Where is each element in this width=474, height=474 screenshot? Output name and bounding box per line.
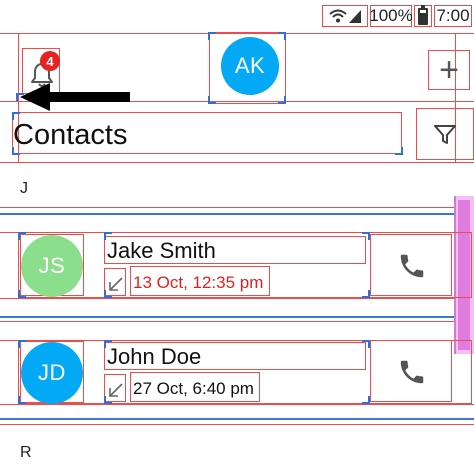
- battery-percent: 100%: [369, 5, 413, 27]
- guide-corner: [12, 147, 20, 155]
- guide-corner: [395, 147, 403, 155]
- avatar-container: JS: [20, 234, 84, 297]
- guide-corner: [362, 290, 370, 298]
- plus-icon: +: [439, 50, 459, 89]
- contact-avatar: JS: [21, 235, 83, 297]
- avatar-container: JD: [20, 341, 84, 404]
- guide-corner: [208, 96, 216, 104]
- guide-corner: [278, 96, 286, 104]
- status-time: 7:00: [434, 5, 472, 27]
- guide-corner: [18, 396, 26, 404]
- contact-name: John Doe: [107, 344, 202, 369]
- section-header-r: R: [20, 444, 32, 461]
- add-contact-button[interactable]: +: [428, 50, 470, 90]
- filter-funnel-icon: [434, 125, 456, 144]
- call-button[interactable]: [370, 340, 452, 402]
- contact-avatar: JD: [21, 342, 83, 404]
- guide-line: [0, 404, 474, 405]
- wifi-signal-group: [322, 5, 368, 27]
- guide-line: [0, 321, 474, 322]
- time-container: 13 Oct, 12:35 pm: [130, 266, 270, 296]
- guide-corner: [104, 232, 112, 240]
- call-time: 13 Oct, 12:35 pm: [133, 273, 264, 292]
- page-title: Contacts: [13, 119, 128, 151]
- contact-name: Jake Smith: [107, 238, 216, 263]
- filter-button[interactable]: [416, 108, 474, 160]
- time-container: 27 Oct, 6:40 pm: [130, 372, 260, 402]
- guide-corner: [12, 112, 20, 120]
- guide-corner: [18, 340, 26, 348]
- guide-corner: [362, 396, 370, 404]
- name-container: Jake Smith: [104, 236, 366, 264]
- guide-corner: [362, 340, 370, 348]
- guide-line: [0, 316, 474, 318]
- user-avatar: AK: [221, 37, 279, 95]
- profile-avatar-button[interactable]: AK: [209, 32, 286, 104]
- guide-line: [0, 298, 474, 299]
- guide-corner: [278, 32, 286, 40]
- battery-icon: [414, 4, 432, 27]
- guide-corner: [18, 232, 26, 240]
- status-bar: 100% 7:00: [0, 0, 474, 32]
- notification-badge: 4: [40, 51, 60, 71]
- arrow-left-icon: [20, 83, 130, 111]
- signal-icon: [349, 10, 361, 23]
- guide-corner: [104, 396, 112, 404]
- call-time: 27 Oct, 6:40 pm: [133, 379, 254, 398]
- phone-icon: [400, 360, 424, 384]
- guide-corner: [104, 290, 112, 298]
- guide-line: [0, 207, 474, 208]
- guide-corner: [104, 340, 112, 348]
- guide-line: [0, 418, 474, 420]
- guide-corner: [208, 32, 216, 40]
- title-container: Contacts: [12, 112, 402, 154]
- guide-corner: [362, 232, 370, 240]
- guide-line: [0, 162, 474, 163]
- guide-corner: [18, 290, 26, 298]
- phone-icon: [400, 254, 424, 278]
- wifi-icon: [329, 9, 347, 23]
- guide-line: [0, 424, 474, 425]
- call-button[interactable]: [370, 234, 452, 296]
- name-container: John Doe: [104, 342, 366, 370]
- guide-line: [0, 213, 474, 215]
- section-header-j: J: [20, 180, 28, 197]
